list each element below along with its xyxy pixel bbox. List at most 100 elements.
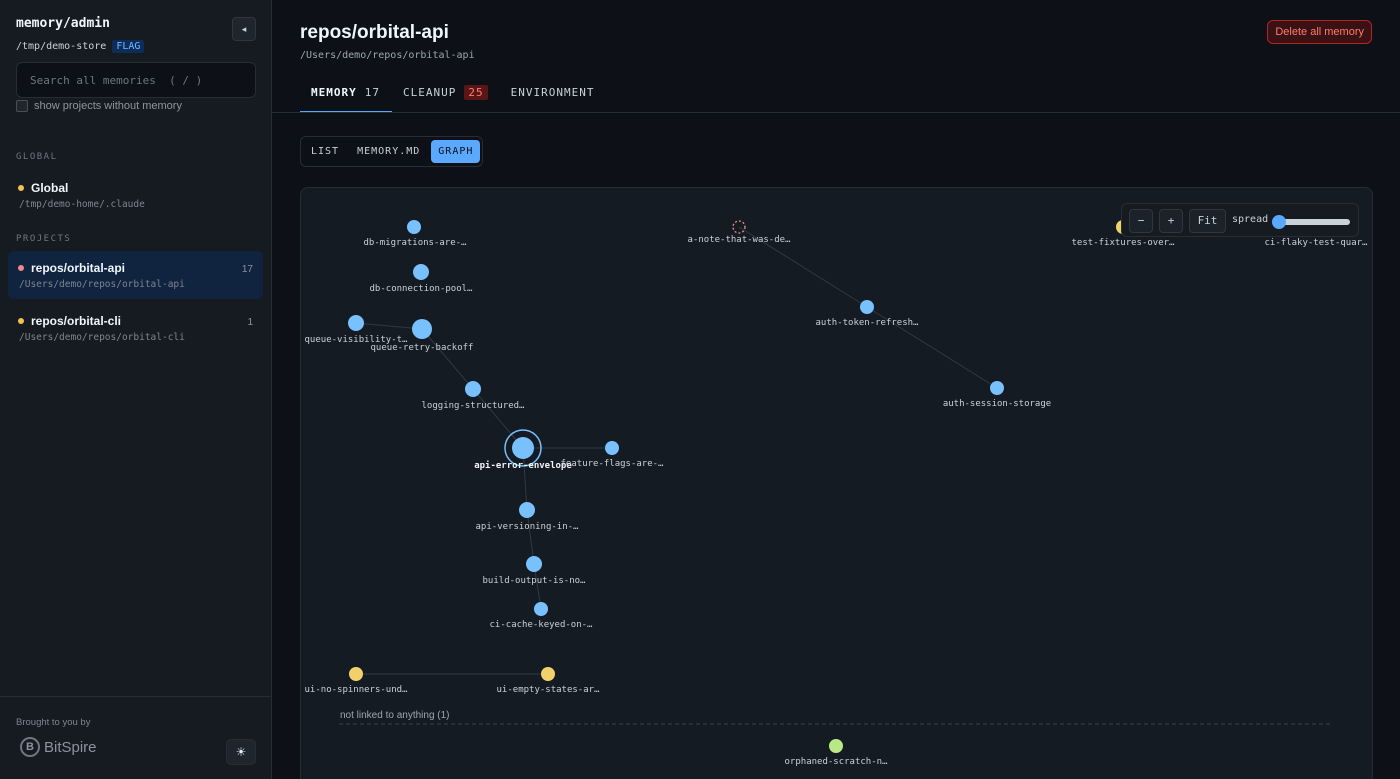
graph-node-label: api-versioning-in-…	[476, 522, 580, 532]
graph-node-ci-cache[interactable]: ci-cache-keyed-on-…	[490, 602, 594, 630]
sidebar: memory/admin ◂ /tmp/demo-store FLAG show …	[0, 0, 272, 779]
graph-node-circle	[349, 667, 363, 681]
sidebar-item-label: repos/orbital-api	[31, 261, 126, 275]
status-dot	[18, 185, 24, 191]
graph-node-feature-flags[interactable]: feature-flags-are-…	[561, 441, 665, 469]
graph-node-label: db-connection-pool…	[370, 284, 474, 294]
tab-cleanup[interactable]: CLEANUP 25	[392, 78, 500, 113]
status-dot	[18, 318, 24, 324]
zoom-out-button[interactable]: −	[1129, 209, 1153, 233]
graph-node-label: ui-no-spinners-und…	[305, 685, 409, 695]
store-flag-badge: FLAG	[112, 40, 145, 53]
spread-label: spread	[1232, 214, 1269, 225]
zoom-in-button[interactable]: +	[1159, 209, 1183, 233]
tab-count: 17	[364, 86, 380, 99]
sidebar-item-path: /Users/demo/repos/orbital-api	[19, 279, 185, 290]
memory-count: 17	[241, 264, 253, 275]
view-graph-button[interactable]: GRAPH	[431, 140, 481, 163]
page-title: repos/orbital-api	[300, 22, 449, 43]
graph-node-ui-empty-states[interactable]: ui-empty-states-ar…	[497, 667, 601, 695]
graph-node-label: build-output-is-no…	[483, 576, 587, 586]
sidebar-item-path: /Users/demo/repos/orbital-cli	[19, 332, 185, 343]
graph-node-auth-token[interactable]: auth-token-refresh…	[816, 300, 920, 328]
graph-canvas[interactable]: not linked to anything (1) db-migrations-…	[301, 188, 1373, 779]
orphan-section-label: not linked to anything (1)	[340, 710, 450, 721]
graph-node-circle	[413, 264, 429, 280]
show-empty-projects-toggle[interactable]: show projects without memory	[16, 100, 182, 112]
graph-node-auth-session[interactable]: auth-session-storage	[943, 381, 1051, 409]
graph-node-label: auth-session-storage	[943, 399, 1051, 409]
tab-label: ENVIRONMENT	[510, 86, 595, 99]
section-label-projects: PROJECTS	[16, 234, 72, 244]
graph-controls: − + Fit spread	[1121, 203, 1359, 237]
graph-node-circle	[512, 437, 534, 459]
fit-button[interactable]: Fit	[1189, 209, 1226, 233]
memory-count: 1	[247, 317, 253, 328]
store-path-text: /tmp/demo-store	[16, 41, 107, 52]
spread-slider[interactable]	[1272, 215, 1350, 229]
graph-node-label: a-note-that-was-de…	[688, 235, 792, 245]
bitspire-logo[interactable]: B BitSpire	[20, 737, 97, 757]
memory-graph[interactable]: not linked to anything (1) db-migrations-…	[300, 187, 1373, 779]
graph-node-label: logging-structured…	[422, 401, 526, 411]
show-empty-checkbox[interactable]	[16, 100, 28, 112]
graph-node-circle	[348, 315, 364, 331]
graph-node-queue-visibility[interactable]: queue-visibility-t…	[305, 315, 409, 345]
tab-environment[interactable]: ENVIRONMENT	[500, 78, 607, 113]
tab-divider	[272, 112, 1400, 113]
graph-node-label: auth-token-refresh…	[816, 318, 920, 328]
graph-node-db-connection[interactable]: db-connection-pool…	[370, 264, 474, 294]
collapse-icon: ◂	[241, 24, 247, 34]
graph-node-circle	[526, 556, 542, 572]
sidebar-item-orbital-api[interactable]: repos/orbital-api /Users/demo/repos/orbi…	[8, 251, 263, 299]
spread-slider-thumb[interactable]	[1272, 215, 1286, 229]
view-memory-md-button[interactable]: MEMORY.MD	[350, 140, 427, 163]
graph-edge	[421, 328, 474, 390]
graph-node-label: feature-flags-are-…	[561, 459, 665, 469]
graph-node-a-note[interactable]: a-note-that-was-de…	[688, 220, 792, 245]
graph-node-label: test-fixtures-over…	[1072, 238, 1176, 248]
tab-count: 25	[464, 85, 488, 100]
sidebar-footer: Brought to you by B BitSpire ☀	[0, 696, 271, 779]
main-panel: repos/orbital-api /Users/demo/repos/orbi…	[272, 0, 1400, 779]
page-path: /Users/demo/repos/orbital-api	[300, 50, 475, 61]
graph-node-circle	[465, 381, 481, 397]
graph-node-label: ci-flaky-test-quar…	[1265, 238, 1369, 248]
graph-node-circle	[860, 300, 874, 314]
view-list-button[interactable]: LIST	[304, 140, 346, 163]
graph-node-build-output[interactable]: build-output-is-no…	[483, 556, 587, 586]
graph-node-api-error[interactable]: api-error-envelope	[474, 429, 572, 471]
credit-text: Brought to you by	[16, 717, 91, 728]
tab-label: MEMORY	[311, 86, 357, 99]
graph-node-orphaned-scratch[interactable]: orphaned-scratch-n…	[785, 739, 889, 767]
theme-toggle-button[interactable]: ☀	[226, 739, 256, 765]
graph-node-label: ci-cache-keyed-on-…	[490, 620, 594, 630]
delete-all-memory-button[interactable]: Delete all memory	[1267, 20, 1372, 44]
graph-node-ui-no-spinners[interactable]: ui-no-spinners-und…	[305, 667, 409, 695]
graph-node-circle	[829, 739, 843, 753]
graph-node-db-migrations[interactable]: db-migrations-are-…	[364, 220, 468, 248]
logo-text: BitSpire	[44, 738, 97, 756]
sidebar-item-global[interactable]: Global /tmp/demo-home/.claude	[8, 171, 263, 219]
sidebar-item-orbital-cli[interactable]: repos/orbital-cli /Users/demo/repos/orbi…	[8, 304, 263, 352]
graph-node-label: queue-retry-backoff	[371, 343, 474, 353]
sidebar-item-path: /tmp/demo-home/.claude	[19, 199, 145, 210]
sidebar-item-label: Global	[31, 181, 69, 195]
graph-node-api-versioning[interactable]: api-versioning-in-…	[476, 502, 580, 532]
graph-edge	[526, 509, 535, 565]
show-empty-label: show projects without memory	[34, 100, 182, 112]
graph-node-logging[interactable]: logging-structured…	[422, 381, 526, 411]
graph-node-circle	[519, 502, 535, 518]
collapse-sidebar-button[interactable]: ◂	[232, 17, 256, 41]
search-input[interactable]	[16, 62, 256, 98]
graph-node-circle	[534, 602, 548, 616]
graph-node-label: ui-empty-states-ar…	[497, 685, 601, 695]
store-path: /tmp/demo-store FLAG	[16, 40, 145, 53]
graph-node-label: orphaned-scratch-n…	[785, 757, 889, 767]
graph-node-circle	[605, 441, 619, 455]
tab-memory[interactable]: MEMORY 17	[300, 78, 392, 113]
view-switcher: LIST MEMORY.MD GRAPH	[300, 136, 484, 167]
sun-icon: ☀	[235, 745, 247, 759]
graph-edge	[472, 388, 524, 449]
tab-label: CLEANUP	[403, 86, 457, 99]
